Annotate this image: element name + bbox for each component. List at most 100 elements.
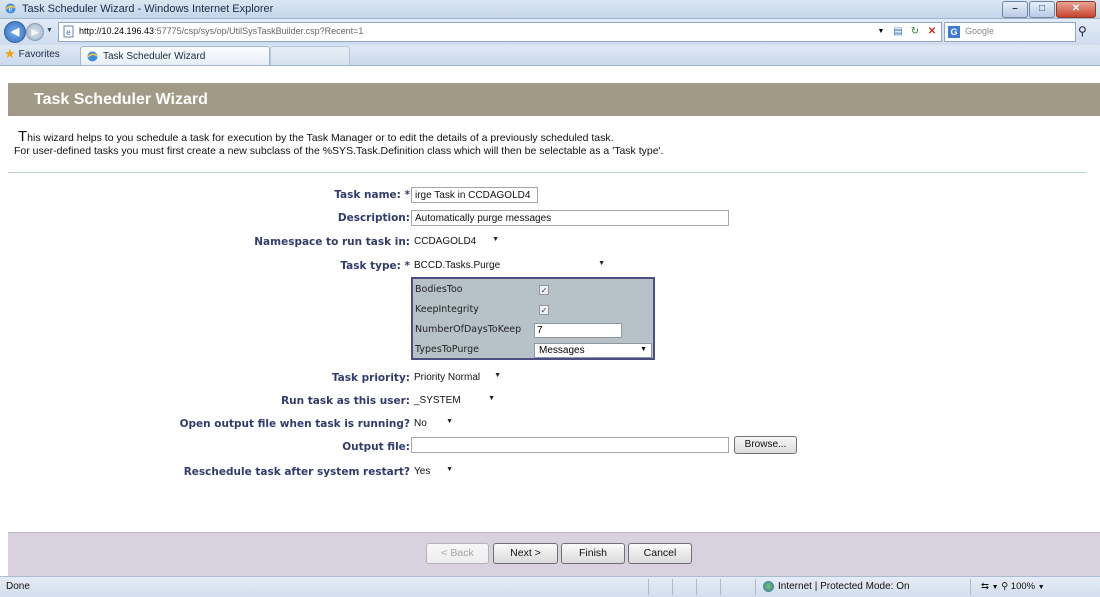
stop-icon[interactable]: ✕ bbox=[925, 25, 939, 39]
chevron-down-icon: ▼ bbox=[446, 466, 453, 473]
open-output-select[interactable]: No ▼ bbox=[411, 416, 457, 432]
chevron-down-icon: ▼ bbox=[488, 395, 495, 402]
status-divider bbox=[755, 579, 756, 595]
intro-line-1: his wizard helps to you schedule a task … bbox=[27, 132, 614, 144]
days-to-keep-input[interactable]: 7 bbox=[534, 323, 622, 338]
url-host: http://10.24.196.43 bbox=[79, 26, 155, 36]
forward-arrow-icon: ▶ bbox=[31, 27, 39, 37]
window-title: Task Scheduler Wizard - Windows Internet… bbox=[22, 3, 274, 15]
output-file-label: Output file: bbox=[342, 441, 410, 453]
keep-integrity-label: KeepIntegrity bbox=[415, 304, 479, 315]
chevron-down-icon: ▼ bbox=[446, 418, 453, 425]
compatibility-view-icon[interactable]: ▤ bbox=[891, 25, 905, 39]
favorites-bar: ★ Favorites Task Scheduler Wizard bbox=[0, 45, 1100, 66]
favorites-label: Favorites bbox=[18, 48, 60, 60]
chevron-down-icon: ▼ bbox=[598, 260, 605, 267]
namespace-select[interactable]: CCDAGOLD4 ▼ bbox=[411, 234, 503, 250]
forward-button[interactable]: ▶ bbox=[26, 23, 44, 41]
tab-task-scheduler-wizard[interactable]: Task Scheduler Wizard bbox=[80, 46, 270, 65]
task-priority-label: Task priority: bbox=[331, 372, 410, 384]
task-type-value: BCCD.Tasks.Purge bbox=[414, 260, 501, 271]
back-button-wizard[interactable]: < Back bbox=[426, 543, 489, 564]
task-priority-value: Priority Normal bbox=[414, 372, 481, 383]
finish-button[interactable]: Finish bbox=[561, 543, 625, 564]
page-title: Task Scheduler Wizard bbox=[34, 91, 208, 108]
run-as-user-value: _SYSTEM bbox=[414, 395, 461, 406]
recent-pages-dropdown-icon[interactable]: ▼ bbox=[46, 27, 53, 34]
intro-line-2: For user-defined tasks you must first cr… bbox=[14, 145, 664, 157]
search-engine-label: Google bbox=[965, 26, 995, 36]
chevron-down-icon: ▼ bbox=[494, 372, 501, 379]
description-label: Description: bbox=[337, 212, 410, 224]
status-divider bbox=[970, 579, 971, 595]
page-header: Task Scheduler Wizard bbox=[8, 83, 1100, 116]
types-to-purge-select[interactable]: Messages ▼ bbox=[534, 343, 652, 358]
chevron-down-icon: ▼ bbox=[991, 584, 999, 591]
zoom-control[interactable]: ⇆ ▼ ⚲ 100% ▼ bbox=[981, 581, 1045, 592]
task-name-input[interactable]: irge Task in CCDAGOLD4 bbox=[411, 187, 538, 203]
cancel-button[interactable]: Cancel bbox=[628, 543, 692, 564]
wizard-footer: < Back Next > Finish Cancel bbox=[8, 532, 1100, 577]
address-toolbar: ◀ ▶ ▼ e http://10.24.196.43:57775/csp/sy… bbox=[0, 19, 1100, 45]
url-path: :57775/csp/sys/op/UtilSysTaskBuilder.csp… bbox=[154, 26, 364, 36]
close-icon: ✕ bbox=[1071, 3, 1081, 14]
back-button[interactable]: ◀ bbox=[4, 21, 26, 43]
back-arrow-icon: ◀ bbox=[10, 26, 20, 38]
intro-drop-letter: T bbox=[18, 128, 28, 145]
status-divider bbox=[720, 579, 721, 595]
internet-explorer-icon bbox=[87, 51, 98, 62]
browse-button[interactable]: Browse... bbox=[734, 436, 797, 454]
address-dropdown-icon[interactable]: ▼ bbox=[874, 25, 888, 39]
run-as-user-label: Run task as this user: bbox=[281, 395, 410, 407]
status-bar: Done Internet | Protected Mode: On ⇆ ▼ ⚲… bbox=[0, 576, 1100, 597]
minimize-button[interactable]: – bbox=[1002, 1, 1028, 18]
zoom-icon: ⚲ bbox=[1001, 581, 1009, 592]
globe-icon bbox=[763, 581, 774, 592]
svg-text:e: e bbox=[66, 28, 71, 37]
page-icon: e bbox=[63, 25, 74, 38]
intro-text: This wizard helps to you schedule a task… bbox=[14, 128, 1088, 158]
favorites-button[interactable]: ★ Favorites bbox=[4, 46, 60, 61]
output-file-input[interactable] bbox=[411, 437, 729, 453]
refresh-icon[interactable]: ↻ bbox=[908, 25, 922, 39]
window-title-bar: e Task Scheduler Wizard - Windows Intern… bbox=[0, 0, 1100, 19]
url-text: http://10.24.196.43:57775/csp/sys/op/Uti… bbox=[79, 26, 363, 36]
task-priority-select[interactable]: Priority Normal ▼ bbox=[411, 370, 505, 386]
status-divider bbox=[696, 579, 697, 595]
types-to-purge-value: Messages bbox=[539, 345, 585, 356]
reschedule-label: Reschedule task after system restart? bbox=[183, 466, 410, 478]
bodies-too-checkbox[interactable]: ✓ bbox=[539, 285, 549, 295]
protected-mode-icon: ⇆ bbox=[981, 581, 989, 592]
status-text: Done bbox=[6, 581, 30, 592]
namespace-label: Namespace to run task in: bbox=[254, 236, 410, 248]
next-button[interactable]: Next > bbox=[493, 543, 558, 564]
task-type-select[interactable]: BCCD.Tasks.Purge ▼ bbox=[411, 258, 609, 274]
task-properties-panel: BodiesToo ✓ KeepIntegrity ✓ NumberOfDays… bbox=[411, 277, 655, 360]
types-to-purge-label: TypesToPurge bbox=[415, 344, 479, 355]
chevron-down-icon: ▼ bbox=[492, 236, 499, 243]
search-field[interactable]: G Google bbox=[944, 22, 1076, 42]
maximize-button[interactable]: □ bbox=[1029, 1, 1055, 18]
security-zone[interactable]: Internet | Protected Mode: On bbox=[763, 581, 910, 592]
zone-text: Internet | Protected Mode: On bbox=[778, 581, 910, 592]
open-output-value: No bbox=[414, 418, 427, 429]
close-window-button[interactable]: ✕ bbox=[1056, 1, 1096, 18]
star-icon: ★ bbox=[4, 46, 16, 61]
address-field[interactable]: e http://10.24.196.43:57775/csp/sys/op/U… bbox=[58, 22, 942, 42]
run-as-user-select[interactable]: _SYSTEM ▼ bbox=[411, 393, 499, 409]
minimize-icon: – bbox=[1012, 3, 1018, 14]
search-icon[interactable]: ⚲ bbox=[1078, 24, 1087, 38]
svg-text:e: e bbox=[9, 7, 13, 14]
new-tab-button[interactable] bbox=[270, 46, 350, 65]
days-to-keep-label: NumberOfDaysToKeep bbox=[415, 324, 522, 335]
google-icon: G bbox=[948, 26, 960, 38]
status-divider bbox=[672, 579, 673, 595]
description-input[interactable]: Automatically purge messages bbox=[411, 210, 729, 226]
tab-title: Task Scheduler Wizard bbox=[103, 51, 206, 62]
reschedule-value: Yes bbox=[414, 466, 431, 477]
maximize-icon: □ bbox=[1038, 3, 1046, 14]
keep-integrity-checkbox[interactable]: ✓ bbox=[539, 305, 549, 315]
status-divider bbox=[648, 579, 649, 595]
reschedule-select[interactable]: Yes ▼ bbox=[411, 464, 457, 480]
internet-explorer-icon: e bbox=[5, 3, 16, 14]
